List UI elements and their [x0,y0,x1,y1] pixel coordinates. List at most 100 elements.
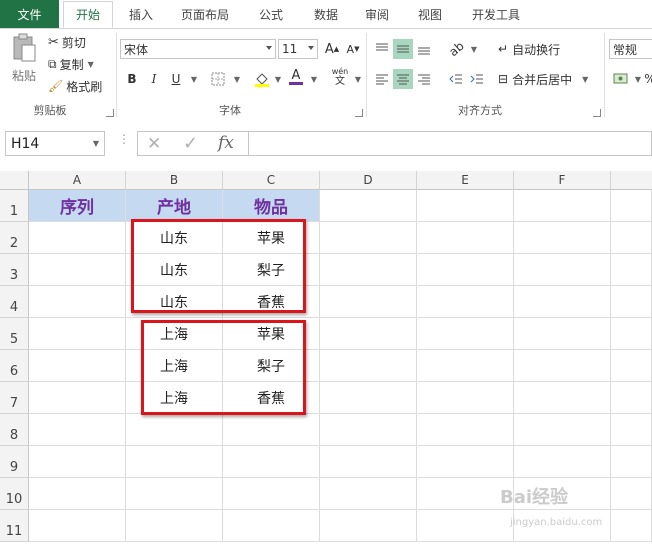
column-header-b[interactable]: B [126,171,223,190]
cell-a7[interactable] [29,382,126,414]
cell-g10[interactable] [611,478,652,510]
header-cell-a[interactable]: 序列 [29,190,126,222]
column-header-g[interactable] [611,171,652,190]
cell-b9[interactable] [126,446,223,478]
cell-a9[interactable] [29,446,126,478]
increase-font-icon[interactable]: A ▲ [322,39,342,59]
tab-review[interactable]: 审阅 [354,0,400,28]
font-color-icon[interactable]: A [286,67,306,87]
cell-d8[interactable] [320,414,417,446]
orientation-icon[interactable]: ab [446,39,466,59]
increase-indent-icon[interactable] [467,69,487,89]
cell-e2[interactable] [417,222,514,254]
cell-d6[interactable] [320,350,417,382]
cell-a3[interactable] [29,254,126,286]
cell-c9[interactable] [223,446,320,478]
chevron-down-icon[interactable]: ▼ [268,69,288,89]
tab-developer[interactable]: 开发工具 [463,0,529,28]
column-header-f[interactable]: F [514,171,611,190]
cell-g8[interactable] [611,414,652,446]
cell-a8[interactable] [29,414,126,446]
cell-c8[interactable] [223,414,320,446]
percent-icon[interactable]: % [640,69,652,89]
column-header-e[interactable]: E [417,171,514,190]
row-header-11[interactable]: 11 [0,510,29,542]
italic-button[interactable]: I [144,69,164,89]
cell-a2[interactable] [29,222,126,254]
tab-data[interactable]: 数据 [303,0,349,28]
cell-d7[interactable] [320,382,417,414]
row-header-8[interactable]: 8 [0,414,29,446]
cell-d10[interactable] [320,478,417,510]
cell-g6[interactable] [611,350,652,382]
cell-a4[interactable] [29,286,126,318]
cell-e8[interactable] [417,414,514,446]
cell-f1[interactable] [514,190,611,222]
row-header-6[interactable]: 6 [0,350,29,382]
cell-g5[interactable] [611,318,652,350]
alignment-launcher-icon[interactable] [593,109,601,117]
cell-f7[interactable] [514,382,611,414]
cell-g11[interactable] [611,510,652,542]
cell-e4[interactable] [417,286,514,318]
cell-b11[interactable] [126,510,223,542]
tab-insert[interactable]: 插入 [118,0,164,28]
clipboard-launcher-icon[interactable] [106,109,114,117]
cell-d5[interactable] [320,318,417,350]
font-launcher-icon[interactable] [355,109,363,117]
cell-g3[interactable] [611,254,652,286]
cell-d2[interactable] [320,222,417,254]
name-box[interactable]: H14 ▼ [5,131,105,156]
chevron-down-icon[interactable]: ▼ [464,39,484,59]
cell-b8[interactable] [126,414,223,446]
row-header-9[interactable]: 9 [0,446,29,478]
cell-f6[interactable] [514,350,611,382]
cell-a11[interactable] [29,510,126,542]
cell-a5[interactable] [29,318,126,350]
chevron-down-icon[interactable]: ▼ [184,69,204,89]
chevron-down-icon[interactable]: ▼ [304,69,324,89]
cell-c11[interactable] [223,510,320,542]
copy-button[interactable]: ⧉ 复制 ▼ [48,55,94,73]
cell-c10[interactable] [223,478,320,510]
underline-button[interactable]: U [166,69,186,89]
cell-g7[interactable] [611,382,652,414]
cancel-icon[interactable]: ✕ [147,134,161,154]
row-header-2[interactable]: 2 [0,222,29,254]
cell-e5[interactable] [417,318,514,350]
tab-home[interactable]: 开始 [63,1,113,28]
borders-icon[interactable] [208,69,228,89]
cell-d3[interactable] [320,254,417,286]
align-right-icon[interactable] [414,69,434,89]
row-header-1[interactable]: 1 [0,190,29,222]
row-header-5[interactable]: 5 [0,318,29,350]
cell-g4[interactable] [611,286,652,318]
font-size-combo[interactable]: 11 [278,39,318,59]
cell-f3[interactable] [514,254,611,286]
formula-input[interactable] [249,131,652,156]
bold-button[interactable]: B [122,69,142,89]
decrease-font-icon[interactable]: A ▼ [343,39,363,59]
cell-f2[interactable] [514,222,611,254]
wrap-text-button[interactable]: ↵ 自动换行 [498,39,560,59]
cell-f5[interactable] [514,318,611,350]
tab-view[interactable]: 视图 [407,0,453,28]
phonetic-icon[interactable]: wén 文 [330,67,350,87]
column-header-d[interactable]: D [320,171,417,190]
row-header-4[interactable]: 4 [0,286,29,318]
chevron-down-icon[interactable]: ▼ [227,69,247,89]
align-left-icon[interactable] [372,69,392,89]
column-header-c[interactable]: C [223,171,320,190]
cut-button[interactable]: ✂ 剪切 [48,33,86,51]
decrease-indent-icon[interactable] [446,69,466,89]
insert-function-icon[interactable]: fx [218,133,234,153]
cell-e6[interactable] [417,350,514,382]
enter-icon[interactable]: ✓ [183,133,198,154]
cell-d11[interactable] [320,510,417,542]
row-header-10[interactable]: 10 [0,478,29,510]
cell-g2[interactable] [611,222,652,254]
align-center-icon[interactable] [393,69,413,89]
cell-a10[interactable] [29,478,126,510]
header-cell-b[interactable]: 产地 [126,190,223,222]
merge-center-button[interactable]: ⊟ 合并后居中 ▼ [498,69,588,89]
